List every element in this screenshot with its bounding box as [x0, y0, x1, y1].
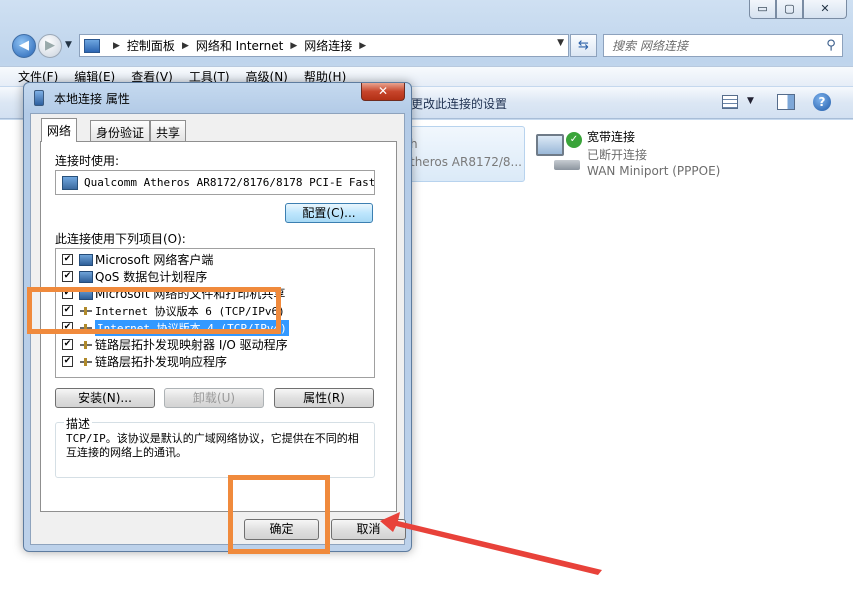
control-panel-icon [84, 38, 100, 53]
maximize-button[interactable]: ▢ [776, 0, 803, 19]
search-icon[interactable]: ⚲ [820, 38, 842, 53]
chevron-right-icon[interactable]: ▶ [290, 41, 297, 51]
dialog-close-button[interactable]: ✕ [361, 83, 405, 101]
item-checkbox[interactable]: ✔ [62, 339, 73, 350]
annotation-highlight-protocols [27, 287, 281, 334]
close-button[interactable]: ✕ [803, 0, 847, 19]
list-item[interactable]: ✔ 链路层拓扑发现响应程序 [56, 353, 374, 370]
uninstall-button[interactable]: 卸载(U) [164, 388, 264, 408]
tab-network[interactable]: 网络 [41, 118, 78, 142]
address-bar[interactable]: ▶ 控制面板 ▶ 网络和 Internet ▶ 网络连接 ▶ ▼ [79, 34, 569, 57]
breadcrumb-network-connections[interactable]: 网络连接 [304, 37, 352, 54]
change-settings-command[interactable]: 更改此连接的设置 [411, 95, 507, 112]
description-text: TCP/IP。该协议是默认的广域网络协议，它提供在不同的相互连接的网络上的通讯。 [66, 432, 359, 459]
broadband-device: WAN Miniport (PPPOE) [587, 164, 721, 178]
breadcrumb-network-internet[interactable]: 网络和 Internet [196, 37, 283, 54]
check-icon: ✓ [566, 132, 582, 148]
view-dropdown-icon[interactable]: ▼ [747, 96, 754, 106]
network-adapter-icon [34, 90, 44, 106]
protocol-icon [79, 356, 93, 368]
cancel-button[interactable]: 取消 [331, 519, 406, 540]
view-options-icon[interactable] [722, 95, 738, 109]
network-card-icon [62, 175, 78, 190]
forward-button[interactable]: ▶ [38, 34, 62, 58]
chevron-right-icon[interactable]: ▶ [359, 41, 366, 51]
chevron-right-icon[interactable]: ▶ [113, 41, 120, 51]
preview-pane-icon[interactable] [777, 94, 795, 110]
item-checkbox[interactable]: ✔ [62, 254, 73, 265]
search-input[interactable]: 搜索 网络连接 ⚲ [603, 34, 843, 57]
broadband-status: 已断开连接 [587, 148, 648, 162]
adapter-name: Qualcomm Atheros AR8172/8176/8178 PCI-E … [84, 176, 375, 189]
list-item[interactable]: ✔ QoS 数据包计划程序 [56, 268, 374, 285]
annotation-highlight-ok [228, 475, 330, 554]
configure-button[interactable]: 配置(C)... [285, 203, 373, 223]
protocol-icon [79, 339, 93, 351]
item-checkbox[interactable]: ✔ [62, 356, 73, 367]
adapter-field: Qualcomm Atheros AR8172/8176/8178 PCI-E … [55, 170, 375, 195]
local-connection-device: theros AR8172/8... [410, 155, 522, 169]
network-client-icon [79, 253, 93, 266]
install-button[interactable]: 安装(N)... [55, 388, 155, 408]
tab-authentication[interactable]: 身份验证 [90, 120, 151, 141]
description-group: 描述 TCP/IP。该协议是默认的广域网络协议，它提供在不同的相互连接的网络上的… [55, 415, 375, 478]
minimize-button[interactable]: ▭ [749, 0, 776, 19]
item-label: 链路层拓扑发现映射器 I/O 驱动程序 [95, 338, 288, 352]
item-label: QoS 数据包计划程序 [95, 270, 208, 284]
chevron-right-icon[interactable]: ▶ [182, 41, 189, 51]
broadband-name: 宽带连接 [587, 130, 636, 144]
item-checkbox[interactable]: ✔ [62, 271, 73, 282]
help-icon[interactable]: ? [813, 93, 831, 111]
window-controls: ▭ ▢ ✕ [749, 0, 847, 19]
list-item[interactable]: ✔ Microsoft 网络客户端 [56, 251, 374, 268]
properties-button[interactable]: 属性(R) [274, 388, 374, 408]
qos-icon [79, 270, 93, 283]
item-label: Microsoft 网络客户端 [95, 253, 214, 267]
items-label: 此连接使用下列项目(O): [55, 232, 186, 246]
breadcrumb-control-panel[interactable]: 控制面板 [127, 37, 175, 54]
network-computer-icon: ✓ [534, 130, 582, 174]
item-label: 链路层拓扑发现响应程序 [95, 355, 228, 369]
refresh-button[interactable]: ⇆ [570, 34, 597, 57]
dialog-title: 本地连接 属性 [54, 92, 130, 106]
connect-using-label: 连接时使用: [55, 154, 120, 168]
broadband-connection-tile[interactable]: ✓ 宽带连接 已断开连接 WAN Miniport (PPPOE) [534, 126, 834, 186]
search-placeholder: 搜索 网络连接 [612, 39, 688, 53]
description-label: 描述 [64, 415, 93, 432]
back-button[interactable]: ◀ [12, 34, 36, 58]
list-item[interactable]: ✔ 链路层拓扑发现映射器 I/O 驱动程序 [56, 336, 374, 353]
history-dropdown-icon[interactable]: ▼ [65, 40, 72, 50]
tab-sharing[interactable]: 共享 [150, 120, 187, 141]
address-dropdown-icon[interactable]: ▼ [557, 38, 564, 48]
